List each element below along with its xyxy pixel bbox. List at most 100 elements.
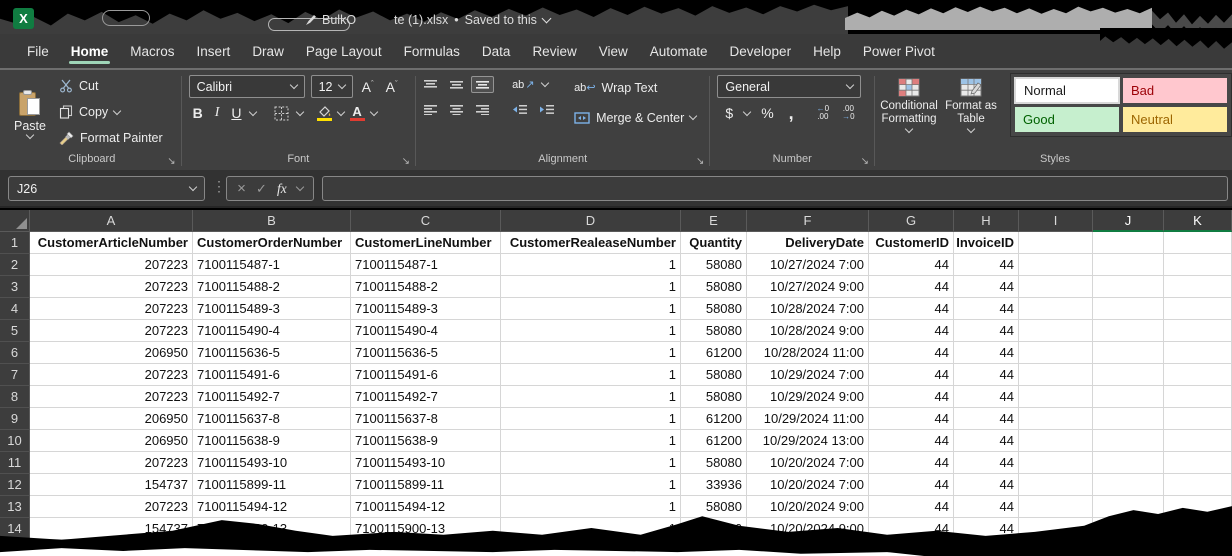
borders-chevron-icon[interactable] [295,107,303,115]
tab-file[interactable]: File [16,34,60,68]
tab-developer[interactable]: Developer [719,34,803,68]
cell-I1[interactable] [1019,232,1093,254]
wrap-text-button[interactable]: ab↩ Wrap Text [569,75,701,100]
merge-center-chevron-icon[interactable] [689,112,697,120]
cell-K6[interactable] [1164,342,1232,364]
row-header-12[interactable]: 12 [0,474,30,496]
row-header-9[interactable]: 9 [0,408,30,430]
style-normal[interactable]: Normal [1015,78,1119,103]
format-as-table-button[interactable]: Format as Table [940,73,1002,132]
row-header-11[interactable]: 11 [0,452,30,474]
column-header-D[interactable]: D [501,210,681,232]
tab-formulas[interactable]: Formulas [393,34,471,68]
select-all-corner[interactable] [0,210,30,232]
font-color-chevron-icon[interactable] [369,107,377,115]
cell-J12[interactable] [1093,474,1164,496]
column-header-B[interactable]: B [193,210,351,232]
row-header-1[interactable]: 1 [0,232,30,254]
cell-C8[interactable]: 7100115492-7 [351,386,501,408]
cell-J11[interactable] [1093,452,1164,474]
column-header-A[interactable]: A [30,210,193,232]
cell-J10[interactable] [1093,430,1164,452]
tab-page-layout[interactable]: Page Layout [295,34,393,68]
cell-F3[interactable]: 10/27/2024 9:00 [747,276,869,298]
cell-A14[interactable]: 154737 [30,518,193,540]
column-header-J[interactable]: J [1093,210,1164,232]
cell-E2[interactable]: 58080 [681,254,747,276]
cell-G9[interactable]: 44 [869,408,954,430]
cell-D2[interactable]: 1 [501,254,681,276]
align-right-button[interactable] [471,101,494,118]
cell-I12[interactable] [1019,474,1093,496]
cell-I4[interactable] [1019,298,1093,320]
align-left-button[interactable] [419,101,442,118]
font-name-combo[interactable]: Calibri [189,75,305,98]
cell-E13[interactable]: 58080 [681,496,747,518]
cell-K4[interactable] [1164,298,1232,320]
cell-C1[interactable]: CustomerLineNumber [351,232,501,254]
column-header-H[interactable]: H [954,210,1019,232]
cancel-icon[interactable]: × [237,180,246,197]
cell-B2[interactable]: 7100115487-1 [193,254,351,276]
cell-K8[interactable] [1164,386,1232,408]
cell-E1[interactable]: Quantity [681,232,747,254]
cell-F4[interactable]: 10/28/2024 7:00 [747,298,869,320]
cell-G12[interactable]: 44 [869,474,954,496]
column-header-K[interactable]: K [1164,210,1232,232]
copy-chevron-icon[interactable] [113,106,121,114]
cell-F12[interactable]: 10/20/2024 7:00 [747,474,869,496]
cut-button[interactable]: Cut [54,74,168,99]
style-bad[interactable]: Bad [1123,78,1227,103]
cell-A9[interactable]: 206950 [30,408,193,430]
cell-E10[interactable]: 61200 [681,430,747,452]
cell-K12[interactable] [1164,474,1232,496]
cell-J4[interactable] [1093,298,1164,320]
font-dialog-launcher-icon[interactable]: ↘ [402,157,410,167]
number-dialog-launcher-icon[interactable]: ↘ [861,157,869,167]
cell-G4[interactable]: 44 [869,298,954,320]
tab-view[interactable]: View [588,34,639,68]
cell-I11[interactable] [1019,452,1093,474]
clipboard-dialog-launcher-icon[interactable]: ↘ [167,157,175,167]
cell-K3[interactable] [1164,276,1232,298]
cell-E11[interactable]: 58080 [681,452,747,474]
alignment-dialog-launcher-icon[interactable]: ↘ [696,157,704,167]
cell-A5[interactable]: 207223 [30,320,193,342]
cell-B3[interactable]: 7100115488-2 [193,276,351,298]
increase-indent-button[interactable] [535,101,559,118]
cell-C13[interactable]: 7100115494-12 [351,496,501,518]
cell-C7[interactable]: 7100115491-6 [351,364,501,386]
cell-G13[interactable]: 44 [869,496,954,518]
percent-style-button[interactable]: % [757,104,777,122]
column-header-I[interactable]: I [1019,210,1093,232]
paste-button[interactable]: Paste [6,86,54,138]
cell-K1[interactable] [1164,232,1232,254]
cell-H1[interactable]: InvoiceID [954,232,1019,254]
cell-A8[interactable]: 207223 [30,386,193,408]
cell-B10[interactable]: 7100115638-9 [193,430,351,452]
cell-D6[interactable]: 1 [501,342,681,364]
cell-B1[interactable]: CustomerOrderNumber [193,232,351,254]
decrease-decimal-button[interactable]: .00→0 [839,105,857,121]
increase-decimal-button[interactable]: ←0.00 [814,105,832,121]
row-header-6[interactable]: 6 [0,342,30,364]
cell-H12[interactable]: 44 [954,474,1019,496]
cell-A2[interactable]: 207223 [30,254,193,276]
cell-H5[interactable]: 44 [954,320,1019,342]
cell-D3[interactable]: 1 [501,276,681,298]
row-header-14[interactable]: 14 [0,518,30,540]
cell-G2[interactable]: 44 [869,254,954,276]
row-header-2[interactable]: 2 [0,254,30,276]
row-header-5[interactable]: 5 [0,320,30,342]
underline-chevron-icon[interactable] [248,107,256,115]
comma-style-button[interactable]: , [785,107,798,119]
cell-D12[interactable]: 1 [501,474,681,496]
enter-check-icon[interactable]: ✓ [256,181,267,197]
cell-C12[interactable]: 7100115899-11 [351,474,501,496]
font-color-button[interactable]: A [348,106,367,121]
cell-C10[interactable]: 7100115638-9 [351,430,501,452]
cell-D10[interactable]: 1 [501,430,681,452]
row-header-13[interactable]: 13 [0,496,30,518]
cell-D11[interactable]: 1 [501,452,681,474]
cell-J13[interactable] [1093,496,1164,518]
